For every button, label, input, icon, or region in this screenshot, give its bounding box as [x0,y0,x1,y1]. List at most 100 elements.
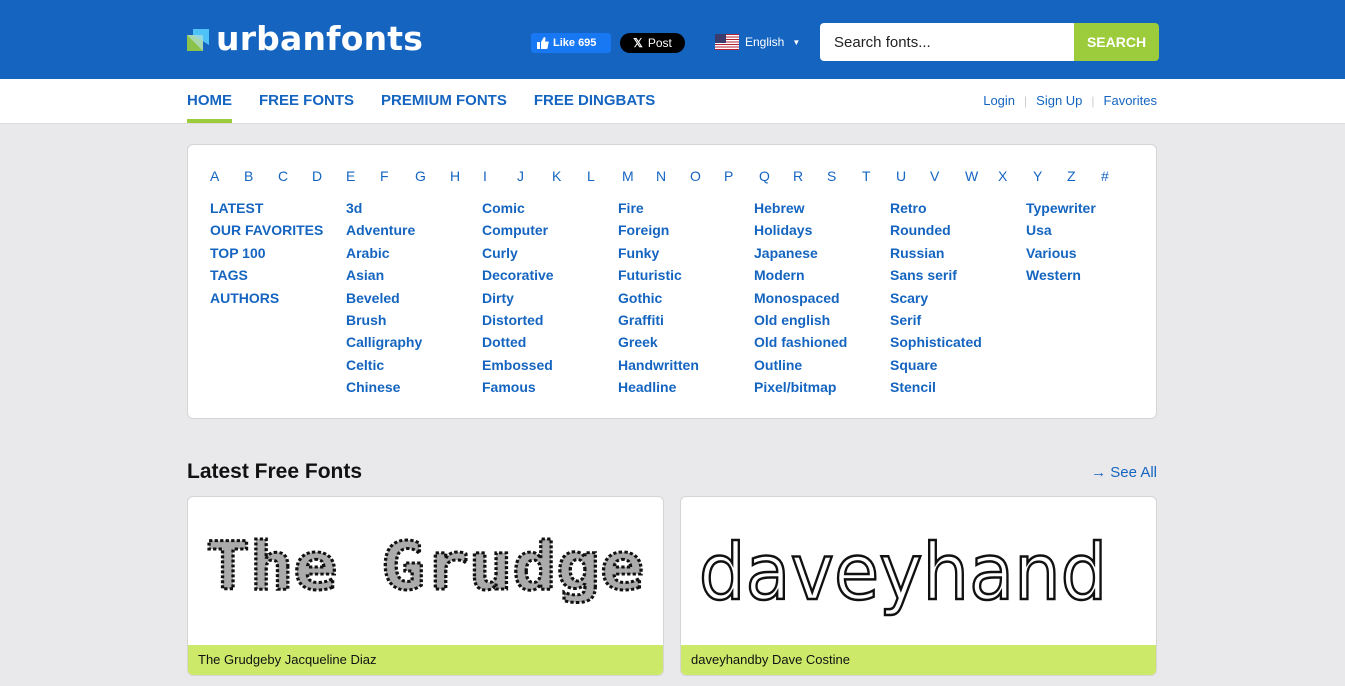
nav-premium-fonts[interactable]: PREMIUM FONTS [381,79,507,124]
category-link[interactable]: TAGS [210,267,346,289]
category-link[interactable]: Brush [346,312,482,334]
category-link[interactable]: OUR FAVORITES [210,222,346,244]
category-link[interactable]: Dirty [482,290,618,312]
alphabet-letter[interactable]: U [896,168,930,184]
alphabet-letter[interactable]: J [517,168,552,184]
category-link[interactable]: Computer [482,222,618,244]
alphabet-letter[interactable]: B [244,168,278,184]
signup-link[interactable]: Sign Up [1036,93,1082,108]
category-link[interactable]: Foreign [618,222,754,244]
category-link[interactable]: Sophisticated [890,334,1026,356]
category-link[interactable]: Hebrew [754,200,890,222]
alphabet-letter[interactable]: V [930,168,965,184]
alphabet-letter[interactable]: R [793,168,827,184]
alphabet-letter[interactable]: M [622,168,656,184]
alphabet-letter[interactable]: W [965,168,998,184]
x-post-button[interactable]: 𝕏 Post [620,33,685,53]
category-link[interactable]: Japanese [754,245,890,267]
category-link[interactable]: Decorative [482,267,618,289]
language-selector[interactable]: English ▼ [715,34,800,50]
favorites-link[interactable]: Favorites [1104,93,1157,108]
category-link[interactable]: Old fashioned [754,334,890,356]
login-link[interactable]: Login [983,93,1015,108]
alphabet-letter[interactable]: # [1101,168,1131,184]
alphabet-letter[interactable]: I [483,168,517,184]
category-link[interactable]: Scary [890,290,1026,312]
alphabet-letter[interactable]: A [210,168,244,184]
alphabet-letter[interactable]: F [380,168,415,184]
search-input[interactable] [820,23,1074,61]
category-link[interactable]: Usa [1026,222,1162,244]
category-link[interactable]: Modern [754,267,890,289]
see-all-link[interactable]: → See All [1091,464,1157,481]
category-link[interactable]: Old english [754,312,890,334]
nav-home[interactable]: HOME [187,79,232,124]
category-link[interactable]: LATEST [210,200,346,222]
category-link[interactable]: TOP 100 [210,245,346,267]
category-link[interactable]: 3d [346,200,482,222]
font-card-caption[interactable]: daveyhandby Dave Costine [681,645,1156,675]
alphabet-letter[interactable]: C [278,168,312,184]
category-link[interactable]: Western [1026,267,1162,289]
category-link[interactable]: Sans serif [890,267,1026,289]
category-link[interactable]: Retro [890,200,1026,222]
category-link[interactable]: Beveled [346,290,482,312]
category-link[interactable]: Fire [618,200,754,222]
category-link[interactable]: Typewriter [1026,200,1162,222]
alphabet-letter[interactable]: Y [1033,168,1067,184]
main-nav: HOME FREE FONTS PREMIUM FONTS FREE DINGB… [0,79,1345,124]
font-card-the-grudge[interactable]: The Grudge The Grudge The Grudgeby Jacqu… [187,496,664,676]
alphabet-letter[interactable]: O [690,168,724,184]
category-link[interactable]: Outline [754,357,890,379]
category-link[interactable]: Comic [482,200,618,222]
category-link[interactable]: Monospaced [754,290,890,312]
category-link[interactable]: Russian [890,245,1026,267]
search-button[interactable]: SEARCH [1074,23,1159,61]
category-link[interactable]: Asian [346,267,482,289]
category-link[interactable]: Celtic [346,357,482,379]
facebook-like-button[interactable]: Like 695 [531,33,611,53]
category-link[interactable]: Embossed [482,357,618,379]
alphabet-letter[interactable]: K [552,168,587,184]
category-link[interactable]: Funky [618,245,754,267]
alphabet-letter[interactable]: L [587,168,622,184]
category-link[interactable]: Dotted [482,334,618,356]
category-link[interactable]: Headline [618,379,754,401]
category-link[interactable]: Greek [618,334,754,356]
font-card-daveyhand[interactable]: daveyhand daveyhandby Dave Costine [680,496,1157,676]
category-link[interactable]: Square [890,357,1026,379]
category-link[interactable]: Pixel/bitmap [754,379,890,401]
alphabet-letter[interactable]: E [346,168,380,184]
category-link[interactable]: Graffiti [618,312,754,334]
alphabet-letter[interactable]: D [312,168,346,184]
category-link[interactable]: Calligraphy [346,334,482,356]
category-link[interactable]: Famous [482,379,618,401]
category-link[interactable]: Holidays [754,222,890,244]
nav-free-fonts[interactable]: FREE FONTS [259,79,354,124]
alphabet-letter[interactable]: G [415,168,450,184]
category-link[interactable]: Futuristic [618,267,754,289]
category-link[interactable]: Stencil [890,379,1026,401]
alphabet-letter[interactable]: H [450,168,483,184]
category-link[interactable]: AUTHORS [210,290,346,312]
category-link[interactable]: Gothic [618,290,754,312]
category-link[interactable]: Serif [890,312,1026,334]
alphabet-letter[interactable]: T [862,168,896,184]
category-link[interactable]: Various [1026,245,1162,267]
alphabet-letter[interactable]: N [656,168,690,184]
alphabet-letter[interactable]: P [724,168,759,184]
category-link[interactable]: Handwritten [618,357,754,379]
nav-free-dingbats[interactable]: FREE DINGBATS [534,79,655,124]
font-card-caption[interactable]: The Grudgeby Jacqueline Diaz [188,645,663,675]
alphabet-letter[interactable]: Q [759,168,793,184]
urbanfonts-logo[interactable]: urbanfonts [187,19,423,58]
alphabet-letter[interactable]: S [827,168,862,184]
category-link[interactable]: Adventure [346,222,482,244]
category-link[interactable]: Rounded [890,222,1026,244]
alphabet-letter[interactable]: X [998,168,1033,184]
category-link[interactable]: Chinese [346,379,482,401]
alphabet-letter[interactable]: Z [1067,168,1101,184]
category-link[interactable]: Distorted [482,312,618,334]
category-link[interactable]: Arabic [346,245,482,267]
category-link[interactable]: Curly [482,245,618,267]
